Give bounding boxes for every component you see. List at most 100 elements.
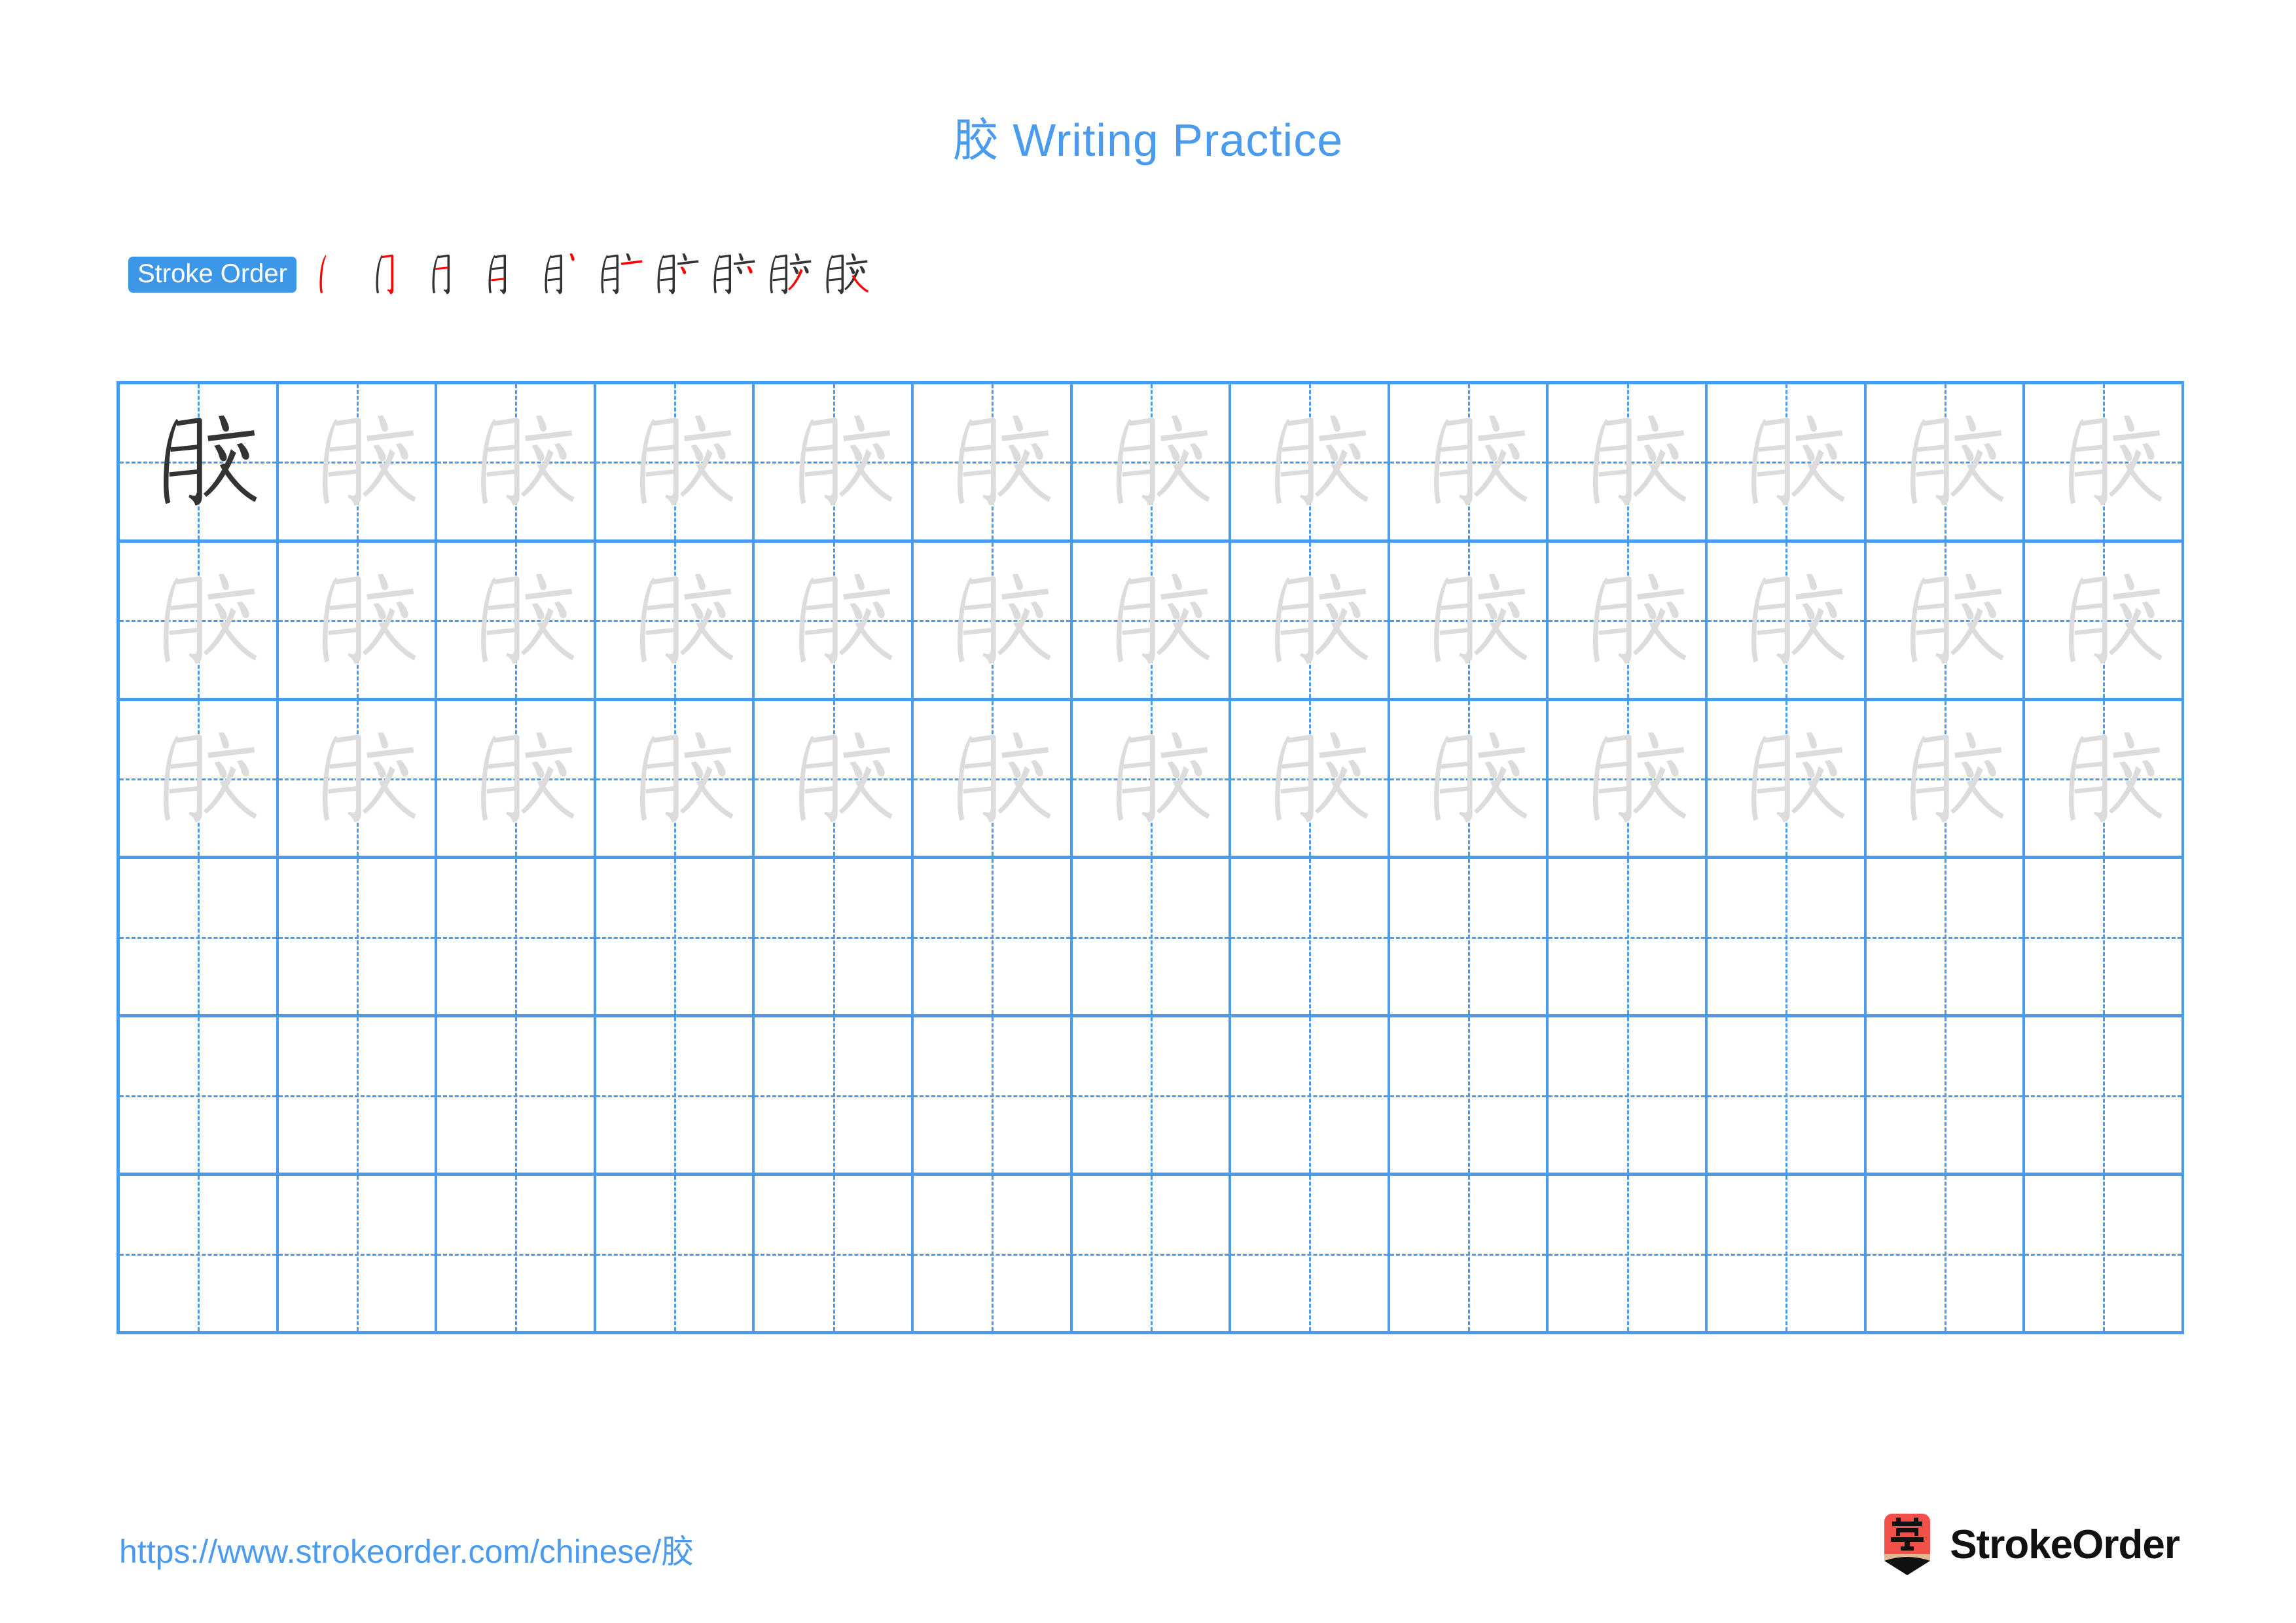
grid-cell-r2-c7[interactable] xyxy=(1072,542,1232,698)
grid-cell-r2-c6[interactable] xyxy=(913,542,1073,698)
guide-character xyxy=(1549,543,1705,698)
grid-cell-r5-c5[interactable] xyxy=(755,1017,914,1173)
grid-cell-r4-c1[interactable] xyxy=(120,859,279,1015)
grid-cell-r5-c9[interactable] xyxy=(1390,1017,1549,1173)
guide-character xyxy=(279,701,435,856)
stroke-step-5 xyxy=(532,246,588,302)
grid-cell-r6-c13[interactable] xyxy=(2025,1176,2184,1331)
grid-cell-r4-c11[interactable] xyxy=(1707,859,1867,1015)
grid-cell-r5-c4[interactable] xyxy=(596,1017,755,1173)
grid-cell-r6-c5[interactable] xyxy=(755,1176,914,1331)
grid-cell-r4-c4[interactable] xyxy=(596,859,755,1015)
grid-cell-r6-c7[interactable] xyxy=(1072,1176,1232,1331)
grid-cell-r1-c9[interactable] xyxy=(1390,384,1549,539)
grid-cell-r1-c2[interactable] xyxy=(278,384,438,539)
source-url[interactable]: https://www.strokeorder.com/chinese/胶 xyxy=(119,1525,694,1573)
grid-cell-r2-c2[interactable] xyxy=(278,542,438,698)
guide-character xyxy=(2025,543,2181,698)
grid-cell-r1-c3[interactable] xyxy=(437,384,596,539)
strokeorder-pencil-logo-icon xyxy=(1884,1514,1931,1575)
grid-cell-r1-c5[interactable] xyxy=(755,384,914,539)
grid-row xyxy=(120,1017,2184,1176)
grid-cell-r5-c8[interactable] xyxy=(1231,1017,1390,1173)
grid-cell-r3-c10[interactable] xyxy=(1549,701,1708,856)
guide-character xyxy=(1390,701,1547,856)
grid-cell-r6-c2[interactable] xyxy=(278,1176,438,1331)
grid-cell-r1-c12[interactable] xyxy=(1866,384,2026,539)
grid-cell-r3-c1[interactable] xyxy=(120,701,279,856)
grid-cell-r1-c1[interactable] xyxy=(120,384,279,539)
grid-cell-r4-c3[interactable] xyxy=(437,859,596,1015)
grid-cell-r2-c8[interactable] xyxy=(1231,542,1390,698)
grid-cell-r1-c11[interactable] xyxy=(1707,384,1867,539)
grid-cell-r6-c9[interactable] xyxy=(1390,1176,1549,1331)
grid-row xyxy=(120,542,2184,701)
grid-cell-r5-c3[interactable] xyxy=(437,1017,596,1173)
grid-cell-r5-c10[interactable] xyxy=(1549,1017,1708,1173)
grid-cell-r4-c2[interactable] xyxy=(278,859,438,1015)
grid-cell-r5-c6[interactable] xyxy=(913,1017,1073,1173)
grid-cell-r3-c6[interactable] xyxy=(913,701,1073,856)
grid-cell-r3-c5[interactable] xyxy=(755,701,914,856)
guide-character xyxy=(1073,384,1229,539)
grid-row xyxy=(120,701,2184,860)
grid-cell-r6-c11[interactable] xyxy=(1707,1176,1867,1331)
grid-cell-r6-c8[interactable] xyxy=(1231,1176,1390,1331)
grid-cell-r3-c3[interactable] xyxy=(437,701,596,856)
grid-cell-r1-c8[interactable] xyxy=(1231,384,1390,539)
grid-cell-r4-c5[interactable] xyxy=(755,859,914,1015)
grid-cell-r5-c13[interactable] xyxy=(2025,1017,2184,1173)
grid-cell-r2-c3[interactable] xyxy=(437,542,596,698)
grid-cell-r4-c7[interactable] xyxy=(1072,859,1232,1015)
grid-cell-r6-c10[interactable] xyxy=(1549,1176,1708,1331)
grid-cell-r4-c8[interactable] xyxy=(1231,859,1390,1015)
grid-cell-r1-c10[interactable] xyxy=(1549,384,1708,539)
grid-cell-r5-c11[interactable] xyxy=(1707,1017,1867,1173)
grid-cell-r6-c6[interactable] xyxy=(913,1176,1073,1331)
grid-cell-r1-c7[interactable] xyxy=(1072,384,1232,539)
grid-cell-r3-c12[interactable] xyxy=(1866,701,2026,856)
grid-cell-r6-c3[interactable] xyxy=(437,1176,596,1331)
grid-cell-r3-c13[interactable] xyxy=(2025,701,2184,856)
grid-cell-r5-c2[interactable] xyxy=(278,1017,438,1173)
grid-cell-r2-c4[interactable] xyxy=(596,542,755,698)
guide-character xyxy=(120,543,276,698)
grid-cell-r1-c13[interactable] xyxy=(2025,384,2184,539)
grid-cell-r5-c1[interactable] xyxy=(120,1017,279,1173)
grid-cell-r4-c9[interactable] xyxy=(1390,859,1549,1015)
grid-cell-r6-c1[interactable] xyxy=(120,1176,279,1331)
grid-cell-r1-c4[interactable] xyxy=(596,384,755,539)
stroke-order-section: Stroke Order xyxy=(128,253,870,296)
grid-cell-r6-c12[interactable] xyxy=(1866,1176,2026,1331)
grid-cell-r5-c12[interactable] xyxy=(1866,1017,2026,1173)
grid-cell-r2-c5[interactable] xyxy=(755,542,914,698)
guide-character xyxy=(755,384,911,539)
grid-cell-r4-c13[interactable] xyxy=(2025,859,2184,1015)
grid-cell-r2-c13[interactable] xyxy=(2025,542,2184,698)
brand-footer: StrokeOrder xyxy=(1879,1514,2180,1575)
grid-cell-r3-c7[interactable] xyxy=(1072,701,1232,856)
grid-cell-r5-c7[interactable] xyxy=(1072,1017,1232,1173)
guide-character xyxy=(437,701,594,856)
grid-cell-r1-c6[interactable] xyxy=(913,384,1073,539)
grid-cell-r2-c11[interactable] xyxy=(1707,542,1867,698)
guide-character xyxy=(1073,543,1229,698)
grid-cell-r2-c1[interactable] xyxy=(120,542,279,698)
grid-cell-r4-c6[interactable] xyxy=(913,859,1073,1015)
practice-grid[interactable] xyxy=(117,381,2184,1334)
guide-character xyxy=(120,701,276,856)
grid-cell-r3-c2[interactable] xyxy=(278,701,438,856)
grid-cell-r3-c11[interactable] xyxy=(1707,701,1867,856)
grid-cell-r2-c12[interactable] xyxy=(1866,542,2026,698)
guide-character xyxy=(596,543,753,698)
grid-cell-r2-c9[interactable] xyxy=(1390,542,1549,698)
grid-cell-r3-c8[interactable] xyxy=(1231,701,1390,856)
grid-cell-r4-c10[interactable] xyxy=(1549,859,1708,1015)
guide-character xyxy=(1390,384,1547,539)
guide-character xyxy=(1390,543,1547,698)
grid-cell-r2-c10[interactable] xyxy=(1549,542,1708,698)
grid-cell-r6-c4[interactable] xyxy=(596,1176,755,1331)
grid-cell-r4-c12[interactable] xyxy=(1866,859,2026,1015)
grid-cell-r3-c4[interactable] xyxy=(596,701,755,856)
grid-cell-r3-c9[interactable] xyxy=(1390,701,1549,856)
